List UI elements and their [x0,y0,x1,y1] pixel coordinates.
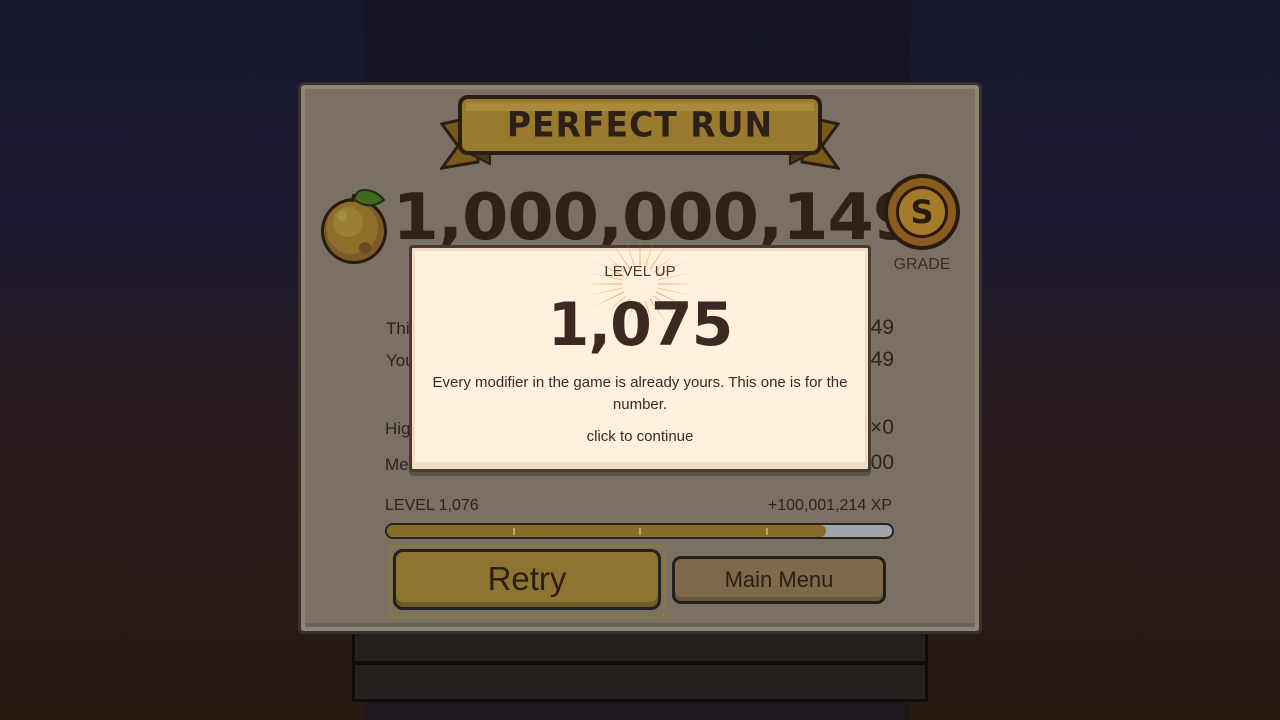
banner-title: PERFECT RUN [506,103,774,146]
stat-value-your-best: 49 [870,348,894,371]
level-up-number: 1,075 [547,290,734,360]
level-up-message: Every modifier in the game is already yo… [432,374,848,413]
grade-label: GRADE [893,256,951,273]
grade-value: S [896,186,948,238]
main-menu-button[interactable]: Main Menu [672,556,886,604]
sunburst-ray [586,283,629,285]
stat-value-this-run: 49 [870,316,894,339]
xp-bar-tick [513,528,515,535]
title-banner: PERFECT RUN [440,94,840,170]
stat-label-this-run: Thi [386,319,410,338]
xp-progress-bar [385,523,894,539]
level-label: LEVEL 1,076 [385,497,479,514]
xp-gain-label: +100,001,214 XP [767,497,892,514]
retry-button[interactable]: Retry [393,549,661,610]
stat-value-merges: 00 [870,451,894,474]
orange-fruit-icon [318,186,392,268]
stat-value-highest-combo: ×0 [870,416,894,439]
level-up-title: LEVEL UP [604,263,676,280]
sunburst-ray [651,283,694,285]
background-tray [352,630,928,702]
grade-medal-icon: S [884,174,960,250]
stat-label-highest-combo: Hig [385,419,411,438]
xp-bar-tick [639,528,641,535]
xp-bar-tick [766,528,768,535]
xp-progress-fill [387,525,827,537]
continue-hint[interactable]: click to continue [409,428,871,445]
